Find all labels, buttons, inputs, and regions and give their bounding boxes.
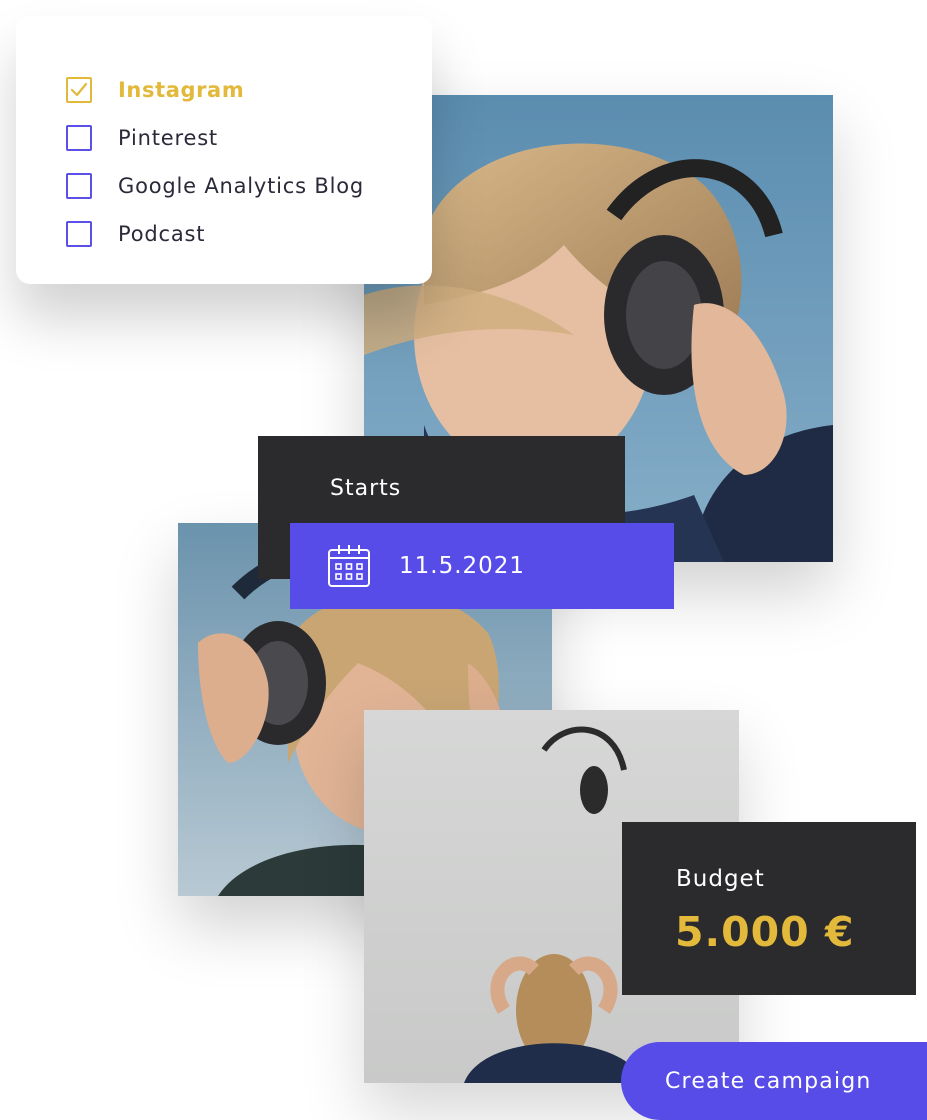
channel-label: Instagram — [118, 78, 245, 102]
channel-selection-card: Instagram Pinterest Google Analytics Blo… — [16, 16, 432, 284]
podcast-checkbox[interactable] — [66, 221, 92, 247]
channel-item-google-analytics-blog[interactable]: Google Analytics Blog — [66, 162, 364, 210]
channel-label: Google Analytics Blog — [118, 174, 364, 198]
pinterest-checkbox[interactable] — [66, 125, 92, 151]
budget-card: Budget 5.000 € — [622, 822, 916, 995]
channel-item-pinterest[interactable]: Pinterest — [66, 114, 364, 162]
channel-label: Pinterest — [118, 126, 218, 150]
calendar-icon — [328, 545, 370, 587]
instagram-checkbox[interactable] — [66, 77, 92, 103]
google-analytics-blog-checkbox[interactable] — [66, 173, 92, 199]
channel-list: Instagram Pinterest Google Analytics Blo… — [66, 66, 364, 258]
channel-item-instagram[interactable]: Instagram — [66, 66, 364, 114]
campaign-builder: Instagram Pinterest Google Analytics Blo… — [0, 0, 927, 1120]
channel-item-podcast[interactable]: Podcast — [66, 210, 364, 258]
create-campaign-button[interactable]: Create campaign — [621, 1042, 927, 1120]
starts-label: Starts — [330, 476, 402, 501]
check-icon — [70, 82, 88, 97]
start-date-picker[interactable]: 11.5.2021 — [290, 523, 674, 609]
budget-value: 5.000 € — [675, 908, 855, 956]
budget-label: Budget — [676, 866, 765, 892]
start-date-value: 11.5.2021 — [399, 553, 526, 579]
channel-label: Podcast — [118, 222, 206, 246]
